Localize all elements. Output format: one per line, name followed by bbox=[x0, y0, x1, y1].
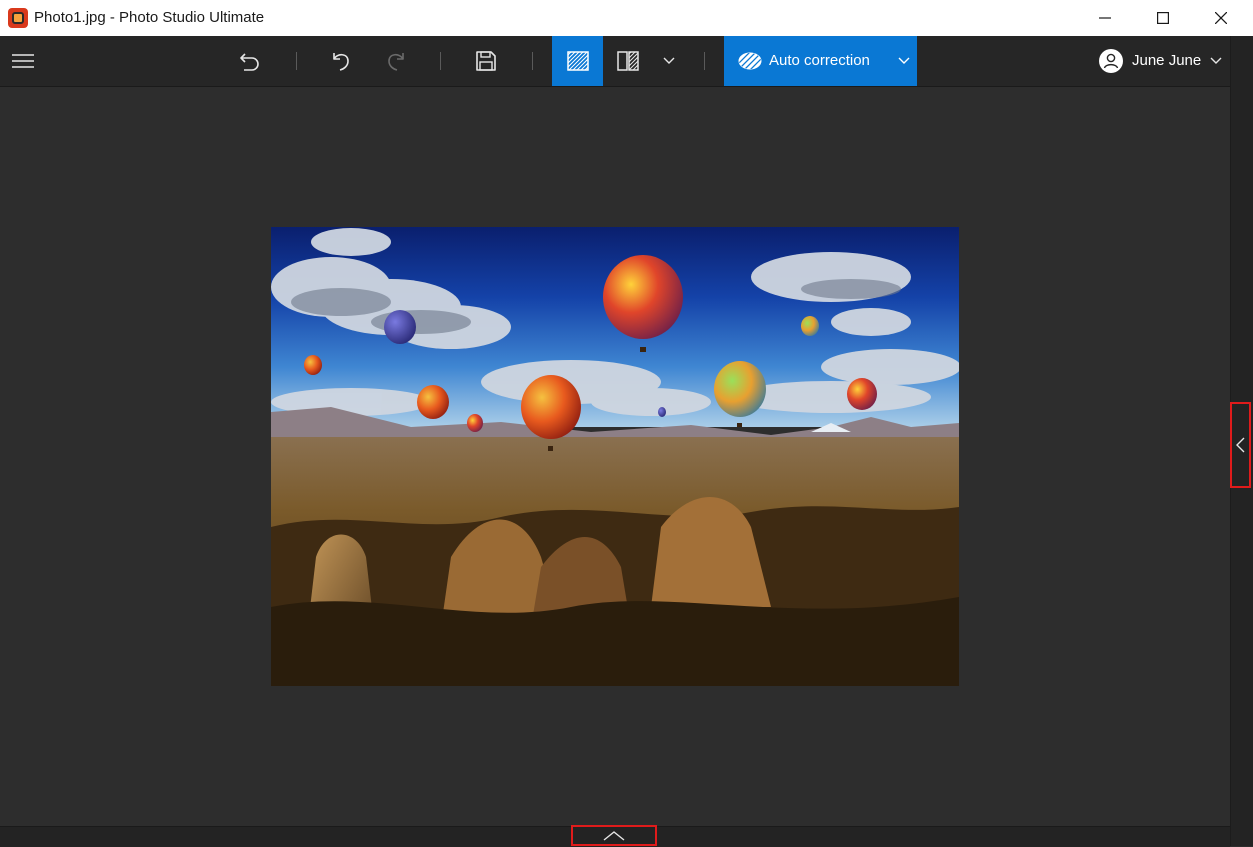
auto-correction-label: Auto correction bbox=[769, 52, 870, 69]
minimize-button[interactable] bbox=[1076, 0, 1134, 36]
maximize-icon bbox=[1157, 12, 1169, 24]
redo-button[interactable] bbox=[375, 36, 415, 86]
photo-preview bbox=[271, 227, 959, 686]
revert-button[interactable] bbox=[230, 36, 270, 86]
window-title: Photo1.jpg - Photo Studio Ultimate bbox=[34, 9, 265, 26]
user-icon bbox=[1103, 53, 1119, 69]
chevron-down-icon bbox=[663, 57, 675, 64]
minimize-icon bbox=[1099, 17, 1111, 19]
toolbar: Auto correction June June bbox=[0, 36, 1230, 87]
compare-view-icon bbox=[617, 51, 639, 71]
user-name: June June bbox=[1132, 52, 1202, 69]
single-view-button[interactable] bbox=[552, 36, 603, 86]
toolbar-separator bbox=[704, 52, 705, 70]
single-view-icon bbox=[566, 51, 589, 71]
revert-icon bbox=[240, 53, 259, 71]
auto-correction-button[interactable]: Auto correction bbox=[724, 36, 917, 86]
avatar bbox=[1099, 49, 1123, 73]
expand-right-panel-button[interactable] bbox=[1230, 402, 1251, 488]
compare-view-button[interactable] bbox=[608, 36, 648, 86]
save-icon bbox=[476, 51, 496, 71]
undo-button[interactable] bbox=[322, 36, 362, 86]
chevron-left-icon bbox=[1236, 437, 1245, 453]
title-bar: Photo1.jpg - Photo Studio Ultimate bbox=[0, 0, 1253, 36]
toolbar-separator bbox=[296, 52, 297, 70]
toolbar-separator bbox=[440, 52, 441, 70]
undo-icon bbox=[333, 53, 349, 71]
hamburger-menu-icon bbox=[12, 54, 34, 68]
maximize-button[interactable] bbox=[1134, 0, 1192, 36]
chevron-down-icon bbox=[898, 57, 909, 64]
close-icon bbox=[1215, 12, 1227, 24]
auto-correction-icon bbox=[738, 52, 762, 70]
user-account-menu[interactable]: June June bbox=[1099, 36, 1230, 86]
chevron-up-icon bbox=[603, 830, 625, 841]
view-options-dropdown[interactable] bbox=[655, 36, 683, 86]
auto-correction-dropdown[interactable] bbox=[890, 36, 917, 86]
redo-icon bbox=[388, 53, 404, 71]
menu-button[interactable] bbox=[0, 36, 46, 86]
expand-bottom-panel-button[interactable] bbox=[571, 825, 657, 846]
chevron-down-icon bbox=[1210, 57, 1222, 64]
toolbar-separator bbox=[532, 52, 533, 70]
app-logo-icon bbox=[8, 8, 28, 28]
close-button[interactable] bbox=[1192, 0, 1250, 36]
save-button[interactable] bbox=[466, 36, 506, 86]
